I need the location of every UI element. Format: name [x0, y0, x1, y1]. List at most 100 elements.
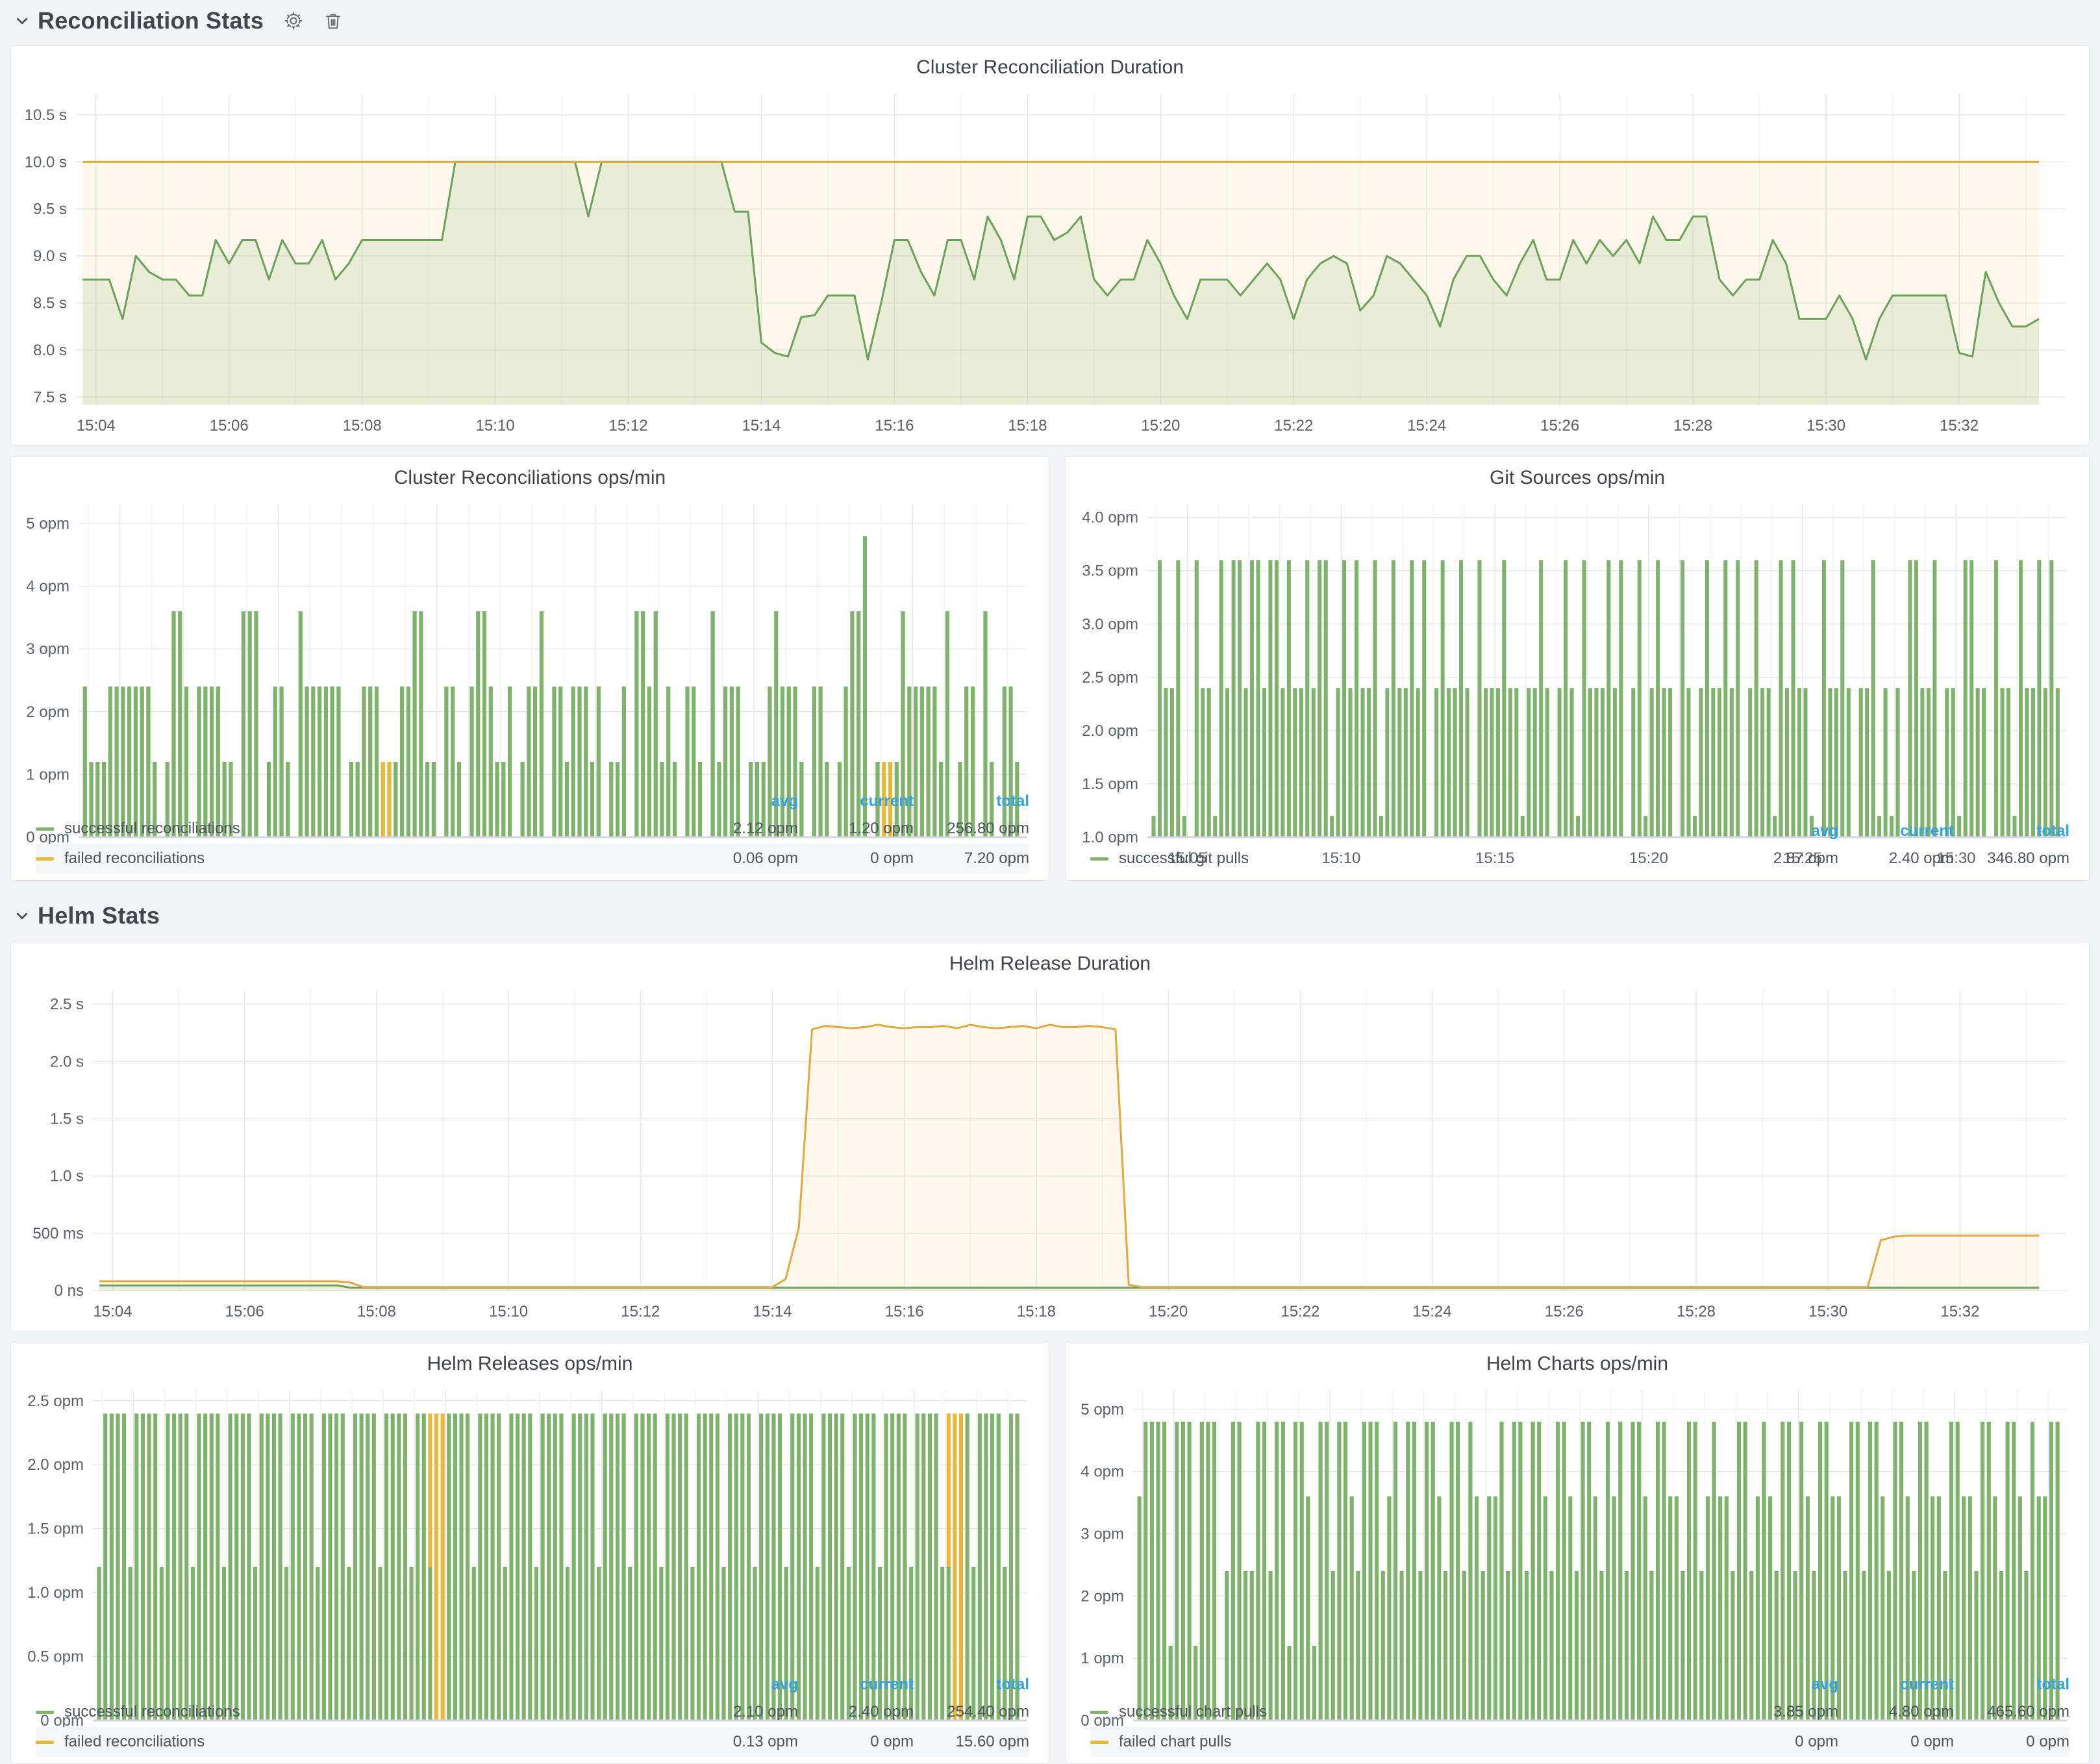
bar	[1385, 688, 1389, 837]
bar	[1613, 688, 1617, 837]
svg-text:15:04: 15:04	[77, 417, 116, 435]
bar	[1564, 560, 1568, 837]
panel-title[interactable]: Helm Release Duration	[16, 949, 2084, 980]
svg-text:1 opm: 1 opm	[26, 766, 69, 783]
legend-series-label[interactable]: successful chart pulls	[1119, 1703, 1267, 1721]
bar	[1760, 688, 1764, 837]
svg-text:2.5 opm: 2.5 opm	[1082, 669, 1138, 687]
svg-text:15:30: 15:30	[1806, 417, 1845, 435]
legend-series-label[interactable]: successful reconciliations	[64, 1703, 240, 1721]
svg-text:9.5 s: 9.5 s	[33, 201, 67, 218]
bar	[1164, 688, 1168, 837]
svg-text:10.5 s: 10.5 s	[25, 107, 67, 124]
chart-helm-charts-ops[interactable]: 0 opm1 opm2 opm3 opm4 opm5 opm15:0515:10…	[1071, 1380, 2084, 1672]
bar	[1397, 688, 1401, 837]
legend-series-label[interactable]: successful reconciliations	[64, 820, 240, 838]
legend-col-current[interactable]: current	[1838, 1676, 1954, 1694]
svg-text:2.5 s: 2.5 s	[50, 996, 84, 1013]
bar	[1951, 688, 1955, 837]
legend-col-current[interactable]: current	[798, 1676, 914, 1694]
bar	[1219, 560, 1223, 837]
chart-helm-release-duration[interactable]: 0 ns500 ms1.0 s1.5 s2.0 s2.5 s15:0415:06…	[16, 980, 2084, 1327]
chart-canvas[interactable]: 7.5 s8.0 s8.5 s9.0 s9.5 s10.0 s10.5 s15:…	[16, 84, 2084, 441]
legend-stat-avg: 0.13 opm	[682, 1733, 798, 1751]
panel-title[interactable]: Helm Releases ops/min	[16, 1349, 1044, 1380]
bar	[1859, 688, 1863, 837]
legend-series-label[interactable]: failed reconciliations	[64, 850, 205, 868]
legend-row: successful chart pulls3.85 opm4.80 opm46…	[1090, 1697, 2069, 1727]
legend-series-label[interactable]: failed chart pulls	[1119, 1733, 1231, 1751]
bar	[1305, 560, 1309, 837]
legend-col-total[interactable]: total	[914, 1676, 1029, 1694]
section-header-helm-stats[interactable]: Helm Stats	[14, 899, 160, 933]
svg-text:2.5 opm: 2.5 opm	[27, 1392, 84, 1410]
section-title[interactable]: Helm Stats	[38, 902, 160, 929]
panel-title[interactable]: Helm Charts ops/min	[1071, 1349, 2084, 1380]
bar	[1803, 688, 1807, 837]
legend-series-color-icon	[36, 1711, 54, 1714]
svg-text:4 opm: 4 opm	[26, 578, 69, 596]
legend-stat-avg: 2.87 opm	[1723, 850, 1838, 868]
legend-col-avg[interactable]: avg	[1723, 1676, 1838, 1694]
bar	[1650, 688, 1654, 837]
chart-cluster-reconciliation-duration[interactable]: 7.5 s8.0 s8.5 s9.0 s9.5 s10.0 s10.5 s15:…	[16, 84, 2084, 441]
svg-text:15:28: 15:28	[1673, 417, 1712, 435]
section-header-reconciliation-stats[interactable]: Reconciliation Stats	[14, 4, 343, 38]
panel-title[interactable]: Cluster Reconciliation Duration	[16, 53, 2084, 84]
legend-series-label[interactable]: successful git pulls	[1119, 850, 1249, 868]
legend-col-avg[interactable]: avg	[1723, 822, 1838, 840]
section-title[interactable]: Reconciliation Stats	[38, 7, 264, 34]
legend-col-total[interactable]: total	[1954, 1676, 2069, 1694]
svg-text:15:22: 15:22	[1274, 417, 1313, 435]
svg-text:15:28: 15:28	[1677, 1303, 1716, 1320]
bar	[1748, 688, 1752, 837]
bar	[1570, 688, 1574, 837]
bar	[2056, 688, 2060, 837]
bar	[1840, 560, 1844, 837]
panel-title[interactable]: Git Sources ops/min	[1071, 463, 2084, 494]
section-delete-button[interactable]	[323, 11, 343, 31]
bar	[2031, 688, 2035, 837]
legend-col-total[interactable]: total	[1954, 822, 2069, 840]
chart-cluster-reconciliations-ops[interactable]: 0 opm1 opm2 opm3 opm4 opm5 opm15:0515:10…	[16, 494, 1044, 789]
svg-text:15:08: 15:08	[343, 417, 382, 435]
panel-title[interactable]: Cluster Reconciliations ops/min	[16, 463, 1044, 494]
chart-canvas[interactable]: 1.0 opm1.5 opm2.0 opm2.5 opm3.0 opm3.5 o…	[1071, 494, 2084, 874]
chevron-down-icon[interactable]	[14, 908, 30, 924]
bar	[1932, 560, 1936, 837]
legend-col-current[interactable]: current	[1838, 822, 1954, 840]
legend-row: failed reconciliations0.06 opm0 opm7.20 …	[36, 844, 1029, 874]
bar	[1256, 560, 1260, 837]
bar	[1465, 688, 1469, 837]
svg-text:1.0 opm: 1.0 opm	[27, 1584, 84, 1602]
bar	[1964, 560, 1968, 837]
svg-text:500 ms: 500 ms	[32, 1225, 84, 1242]
bar	[1779, 560, 1783, 837]
bar	[1834, 688, 1838, 837]
section-settings-button[interactable]	[283, 10, 304, 31]
legend-col-current[interactable]: current	[798, 792, 914, 811]
legend-stat-current: 0 opm	[1838, 1733, 1954, 1751]
legend-stat-current: 2.40 opm	[1838, 850, 1954, 868]
bar	[1705, 560, 1709, 837]
panel-helm-releases-ops: Helm Releases ops/min 0 opm0.5 opm1.0 op…	[10, 1342, 1049, 1764]
chart-canvas[interactable]: 0 ns500 ms1.0 s1.5 s2.0 s2.5 s15:0415:06…	[16, 980, 2084, 1327]
chart-git-sources-ops[interactable]: 1.0 opm1.5 opm2.0 opm2.5 opm3.0 opm3.5 o…	[1071, 494, 2084, 819]
bar	[1927, 688, 1931, 837]
legend-col-avg[interactable]: avg	[682, 792, 798, 811]
gear-icon	[283, 10, 304, 31]
svg-text:4 opm: 4 opm	[1081, 1463, 1124, 1481]
legend-stat-avg: 3.85 opm	[1723, 1703, 1838, 1721]
svg-text:15:32: 15:32	[1940, 1303, 1979, 1320]
legend-col-total[interactable]: total	[914, 792, 1029, 811]
legend-col-avg[interactable]: avg	[682, 1676, 798, 1694]
legend-series-label[interactable]: failed reconciliations	[64, 1733, 205, 1751]
chevron-down-icon[interactable]	[14, 13, 30, 29]
series-fill	[99, 1025, 2039, 1291]
legend-stat-total: 254.40 opm	[914, 1703, 1029, 1721]
legend-stat-total: 346.80 opm	[1954, 850, 2069, 868]
chart-helm-releases-ops[interactable]: 0 opm0.5 opm1.0 opm1.5 opm2.0 opm2.5 opm…	[16, 1380, 1044, 1672]
bar	[1293, 688, 1297, 837]
svg-text:15:24: 15:24	[1407, 417, 1446, 435]
svg-text:2.0 s: 2.0 s	[50, 1053, 84, 1070]
